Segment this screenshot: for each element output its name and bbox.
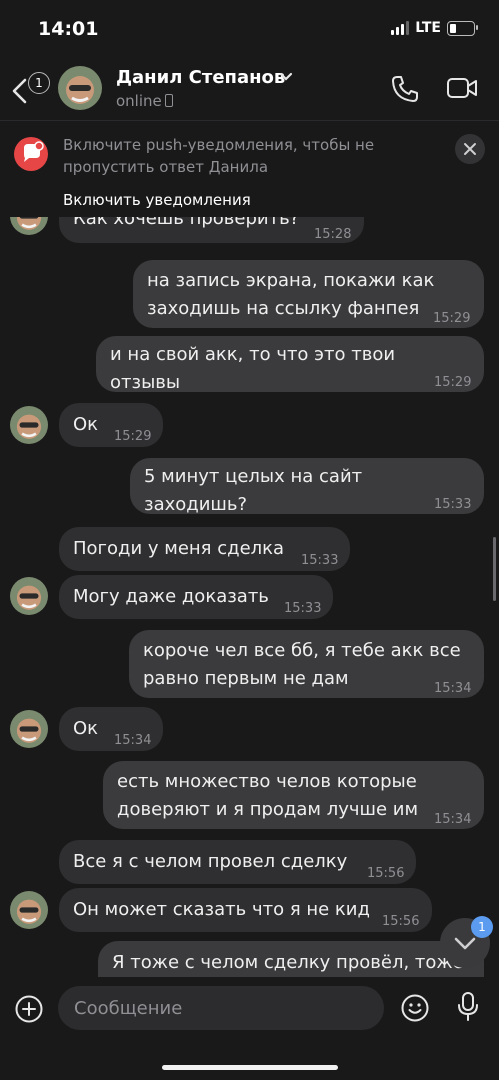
message-bubble-incoming[interactable]: Он может сказать что я не кид 15:56 xyxy=(59,888,432,932)
message-bubble-incoming[interactable]: Погоди у меня сделка 15:33 xyxy=(59,527,350,571)
notification-bell-icon xyxy=(14,137,48,171)
signal-icon xyxy=(391,21,410,35)
microphone-icon[interactable] xyxy=(456,991,480,1023)
back-button[interactable]: 1 xyxy=(10,72,50,106)
message-text: и на свой акк, то что это твои отзывы xyxy=(110,344,396,393)
message-bubble-incoming[interactable]: Как хочешь проверить? 15:28 xyxy=(59,217,364,243)
message-bubble-incoming[interactable]: Ок 15:34 xyxy=(59,707,163,751)
chevron-down-icon[interactable] xyxy=(279,72,293,82)
close-banner-button[interactable] xyxy=(455,134,485,164)
message-bubble-outgoing[interactable]: 5 минут целых на сайт заходишь? 15:33 xyxy=(130,458,484,515)
chat-header: 1 Данил Степанов online xyxy=(0,58,499,121)
mobile-device-icon xyxy=(165,94,173,107)
message-text: на запись экрана, покажи как заходишь на… xyxy=(147,270,435,319)
presence-status: online xyxy=(116,92,162,110)
network-type: LTE xyxy=(415,20,441,36)
message-time: 15:33 xyxy=(301,553,339,568)
status-time: 14:01 xyxy=(38,18,99,40)
push-notification-banner: Включите push-уведомления, чтобы не проп… xyxy=(0,121,499,217)
message-bubble-outgoing[interactable]: на запись экрана, покажи как заходишь на… xyxy=(133,260,484,328)
message-bubble-outgoing[interactable]: Я тоже с челом сделку провёл, тоже xyxy=(98,941,484,977)
message-text: Могу даже доказать xyxy=(73,586,269,607)
message-time: 15:29 xyxy=(434,375,472,390)
message-bubble-outgoing[interactable]: короче чел все бб, я тебе акк все равно … xyxy=(129,630,484,698)
message-text: Как хочешь проверить? xyxy=(73,217,300,229)
enable-notifications-link[interactable]: Включить уведомления xyxy=(63,191,251,209)
message-time: 15:56 xyxy=(382,914,420,929)
new-messages-badge: 1 xyxy=(471,916,493,938)
video-call-icon[interactable] xyxy=(446,76,478,100)
avatar[interactable] xyxy=(10,577,48,615)
unread-badge: 1 xyxy=(28,72,50,94)
composer xyxy=(0,977,499,1080)
scrollbar[interactable] xyxy=(493,537,496,601)
message-bubble-incoming[interactable]: Могу даже доказать 15:33 xyxy=(59,575,333,619)
message-text: 5 минут целых на сайт заходишь? xyxy=(144,466,363,515)
avatar[interactable] xyxy=(58,66,102,110)
message-text: Он может сказать что я не кид xyxy=(73,899,370,920)
avatar[interactable] xyxy=(10,710,48,748)
banner-message: Включите push-уведомления, чтобы не проп… xyxy=(63,136,375,176)
message-time: 15:34 xyxy=(434,812,472,827)
message-time: 15:34 xyxy=(114,733,152,748)
message-text: Все я с челом провел сделку xyxy=(73,851,348,872)
message-bubble-outgoing[interactable]: есть множество челов которые доверяют и … xyxy=(103,761,484,829)
message-bubble-incoming[interactable]: Все я с челом провел сделку 15:56 xyxy=(59,840,416,884)
message-text: Погоди у меня сделка xyxy=(73,538,285,559)
message-text: Я тоже с челом сделку провёл, тоже xyxy=(112,952,464,973)
emoji-icon[interactable] xyxy=(400,993,430,1023)
add-attachment-icon[interactable] xyxy=(14,994,44,1024)
message-input[interactable] xyxy=(58,986,384,1030)
message-time: 15:29 xyxy=(433,311,471,326)
message-text: есть множество челов которые доверяют и … xyxy=(117,771,419,820)
close-icon xyxy=(464,143,476,155)
contact-name[interactable]: Данил Степанов xyxy=(116,67,285,88)
status-bar: 14:01 LTE xyxy=(0,0,499,58)
message-time: 15:56 xyxy=(367,866,405,881)
battery-icon xyxy=(447,20,478,36)
phone-call-icon[interactable] xyxy=(390,74,420,104)
message-list[interactable]: Как хочешь проверить? 15:28 на запись эк… xyxy=(0,217,499,977)
message-time: 15:33 xyxy=(434,497,472,512)
message-time: 15:34 xyxy=(434,681,472,696)
status-indicators: LTE xyxy=(391,20,478,36)
message-bubble-outgoing[interactable]: и на свой акк, то что это твои отзывы 15… xyxy=(96,336,484,393)
avatar[interactable] xyxy=(10,891,48,929)
message-time: 15:33 xyxy=(284,601,322,616)
home-indicator xyxy=(162,1065,338,1070)
avatar[interactable] xyxy=(10,406,48,444)
avatar[interactable] xyxy=(10,217,48,235)
message-time: 15:28 xyxy=(314,227,352,242)
message-bubble-incoming[interactable]: Ок 15:29 xyxy=(59,403,163,447)
message-time: 15:29 xyxy=(114,429,152,444)
message-text: короче чел все бб, я тебе акк все равно … xyxy=(143,640,461,689)
